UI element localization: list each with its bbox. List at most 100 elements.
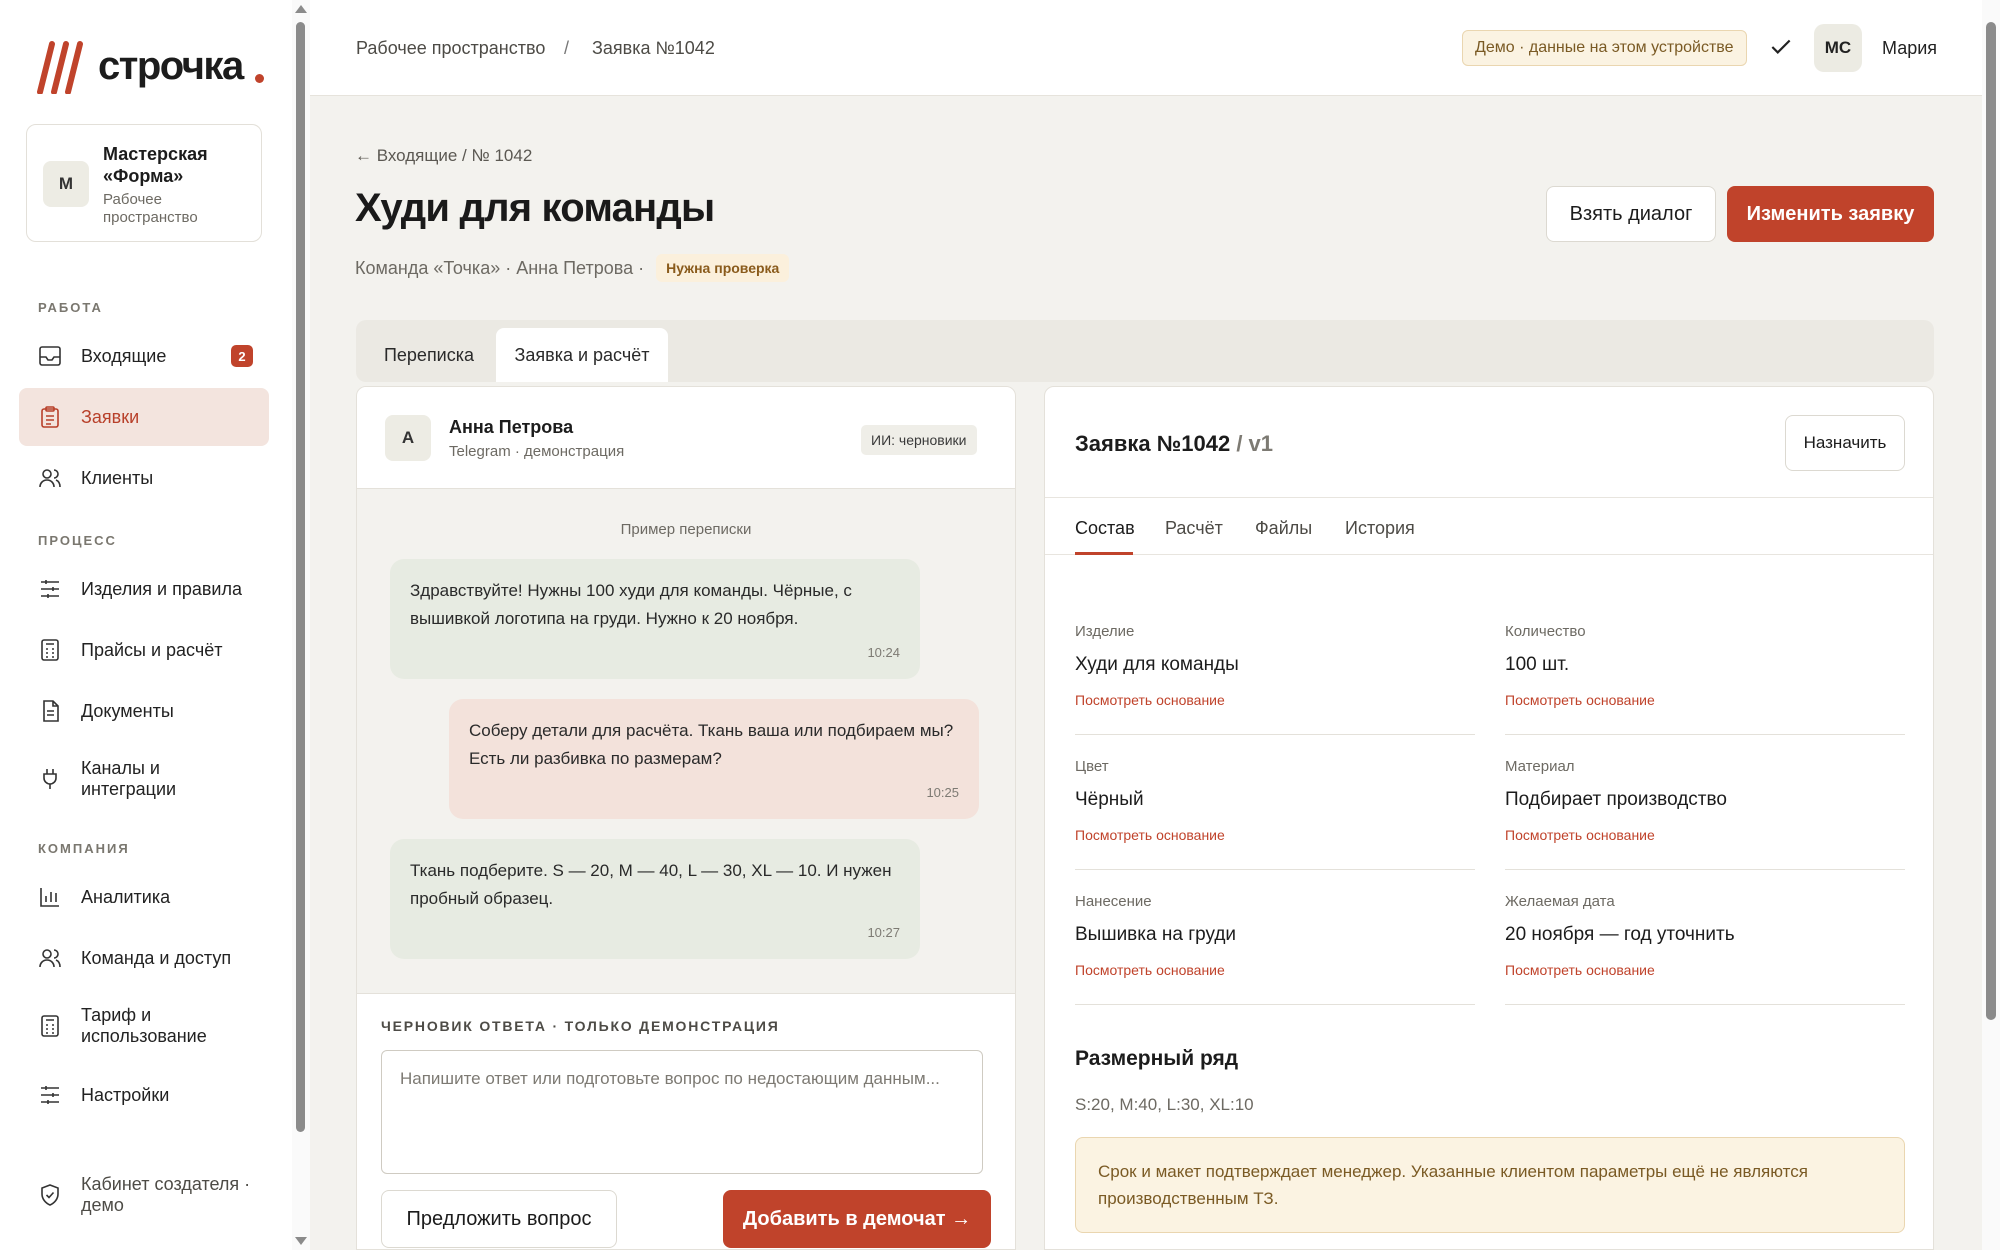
sidebar-item-team[interactable]: Команда и доступ [19, 929, 269, 987]
workspace-avatar: М [43, 161, 89, 207]
assign-button[interactable]: Назначить [1785, 415, 1905, 471]
brand-logo[interactable]: строчка [36, 38, 264, 94]
order-tabs: Состав Расчёт Файлы История [1045, 497, 1933, 555]
edit-order-button[interactable]: Изменить заявку [1727, 186, 1934, 242]
back-link[interactable]: ← Входящие / № 1042 [355, 146, 532, 166]
take-dialog-button[interactable]: Взять диалог [1546, 186, 1716, 242]
sidebar-item-orders[interactable]: Заявки [19, 388, 269, 446]
user-name[interactable]: Мария [1882, 38, 1937, 59]
status-badge: Нужна проверка [656, 254, 790, 282]
view-basis-link[interactable]: Посмотреть основание [1075, 827, 1475, 843]
sidebar-item-label: Каналы и интеграции [81, 758, 177, 799]
order-number: Заявка №1042 [1075, 431, 1231, 456]
field-label: Желаемая дата [1505, 893, 1615, 910]
field-application: Нанесение Вышивка на груди Посмотреть ос… [1075, 893, 1475, 978]
tab-order-calculation[interactable]: Заявка и расчёт [496, 328, 668, 382]
tab-composition[interactable]: Состав [1075, 518, 1135, 539]
calculator-icon [37, 637, 63, 663]
divider [1505, 1004, 1905, 1005]
suggest-question-button[interactable]: Предложить вопрос [381, 1190, 617, 1248]
receipt-icon [37, 1013, 63, 1039]
workspace-card[interactable]: М Мастерская «Форма» Рабочее пространств… [26, 124, 262, 242]
add-to-demochat-button[interactable]: Добавить в демочат → [723, 1190, 991, 1248]
users-icon [37, 465, 63, 491]
message-text: Ткань подберите. S — 20, M — 40, L — 30,… [410, 861, 892, 908]
message-time: 10:25 [926, 785, 959, 800]
message-bubble: Соберу детали для расчёта. Ткань ваша ил… [449, 699, 979, 819]
field-material: Материал Подбирает производство Посмотре… [1505, 758, 1905, 843]
sidebar-item-settings[interactable]: Настройки [19, 1066, 269, 1124]
sidebar-item-creator-cabinet[interactable]: Кабинет создателя · демо [19, 1164, 269, 1226]
scroll-down-icon[interactable] [295, 1237, 307, 1245]
view-basis-link[interactable]: Посмотреть основание [1505, 692, 1905, 708]
tab-correspondence[interactable]: Переписка [362, 328, 496, 382]
order-panel: Заявка №1042 / v1 Назначить Состав Расчё… [1044, 386, 1934, 1250]
field-color: Цвет Чёрный Посмотреть основание [1075, 758, 1475, 843]
field-value: Подбирает производство [1505, 789, 1727, 810]
view-basis-link[interactable]: Посмотреть основание [1075, 692, 1475, 708]
view-basis-link[interactable]: Посмотреть основание [1505, 962, 1905, 978]
sidebar-item-products[interactable]: Изделия и правила [19, 560, 269, 618]
user-avatar[interactable]: МС [1814, 24, 1862, 72]
order-client: Команда «Точка» · Анна Петрова · [355, 257, 645, 278]
sidebar-item-prices[interactable]: Прайсы и расчёт [19, 621, 269, 679]
topbar: Рабочее пространство / Заявка №1042 Демо… [310, 0, 1982, 96]
message-bubble: Ткань подберите. S — 20, M — 40, L — 30,… [390, 839, 920, 959]
contact-avatar: А [385, 415, 431, 461]
breadcrumb-separator: / [564, 38, 570, 58]
message-bubble: Здравствуйте! Нужны 100 худи для команды… [390, 559, 920, 679]
chart-icon [37, 884, 63, 910]
tab-files[interactable]: Файлы [1255, 518, 1312, 539]
message-text: Соберу детали для расчёта. Ткань ваша ил… [469, 721, 954, 768]
order-version: / v1 [1230, 431, 1274, 456]
field-value: 20 ноября — год уточнить [1505, 924, 1735, 945]
sidebar-item-label: Настройки [81, 1084, 170, 1105]
tab-calculation[interactable]: Расчёт [1165, 518, 1223, 539]
brand-name: строчка [98, 43, 244, 88]
sidebar-item-label: Документы [81, 700, 174, 721]
check-icon[interactable] [1768, 34, 1794, 60]
sidebar-item-documents[interactable]: Документы [19, 682, 269, 740]
shield-icon [37, 1182, 63, 1208]
active-tab-indicator [1075, 552, 1133, 555]
chat-sample-label: Пример переписки [620, 521, 752, 538]
view-basis-link[interactable]: Посмотреть основание [1505, 827, 1905, 843]
scrollbar-thumb[interactable] [296, 22, 305, 1132]
view-basis-link[interactable]: Посмотреть основание [1075, 962, 1475, 978]
view-tabs: Переписка Заявка и расчёт [356, 320, 1934, 382]
sidebar-item-plan[interactable]: Тариф и использование [19, 995, 269, 1057]
sidebar-item-inbox[interactable]: Входящие 2 [19, 327, 269, 385]
sidebar-item-label: Команда и доступ [81, 947, 232, 968]
field-label: Количество [1505, 623, 1586, 640]
divider [1505, 734, 1905, 735]
document-icon [37, 698, 63, 724]
field-label: Материал [1505, 758, 1575, 775]
plug-icon [37, 766, 63, 792]
breadcrumb-current: Заявка №1042 [592, 38, 715, 58]
inbox-icon [37, 343, 63, 369]
section-label-process: ПРОЦЕСС [38, 533, 117, 548]
main-scrollbar[interactable] [1982, 0, 2000, 1250]
sidebar-item-channels[interactable]: Каналы и интеграции [19, 748, 269, 810]
page-title: Худи для команды [355, 186, 715, 230]
sidebar-item-label: Аналитика [81, 886, 171, 907]
field-value: Худи для команды [1075, 654, 1239, 675]
sidebar-item-label: Изделия и правила [81, 578, 242, 599]
sidebar-item-label: Кабинет создателя · демо [81, 1174, 251, 1215]
sidebar-item-analytics[interactable]: Аналитика [19, 868, 269, 926]
order-title: Заявка №1042 / v1 [1075, 431, 1273, 457]
breadcrumb-workspace[interactable]: Рабочее пространство [356, 38, 545, 59]
sidebar-scrollbar[interactable] [292, 0, 310, 1250]
sidebar-item-clients[interactable]: Клиенты [19, 449, 269, 507]
draft-reply-input[interactable] [381, 1050, 983, 1174]
section-label-company: КОМПАНИЯ [38, 841, 130, 856]
sidebar-item-label: Входящие [81, 345, 167, 366]
ai-drafts-badge: ИИ: черновики [861, 425, 977, 455]
sidebar-item-label: Тариф и использование [81, 1005, 207, 1046]
scroll-up-icon[interactable] [295, 5, 307, 13]
scrollbar-thumb[interactable] [1986, 22, 1996, 1020]
brand-dot [254, 73, 264, 83]
field-product: Изделие Худи для команды Посмотреть осно… [1075, 623, 1475, 708]
message-time: 10:27 [867, 925, 900, 940]
tab-history[interactable]: История [1345, 518, 1415, 539]
